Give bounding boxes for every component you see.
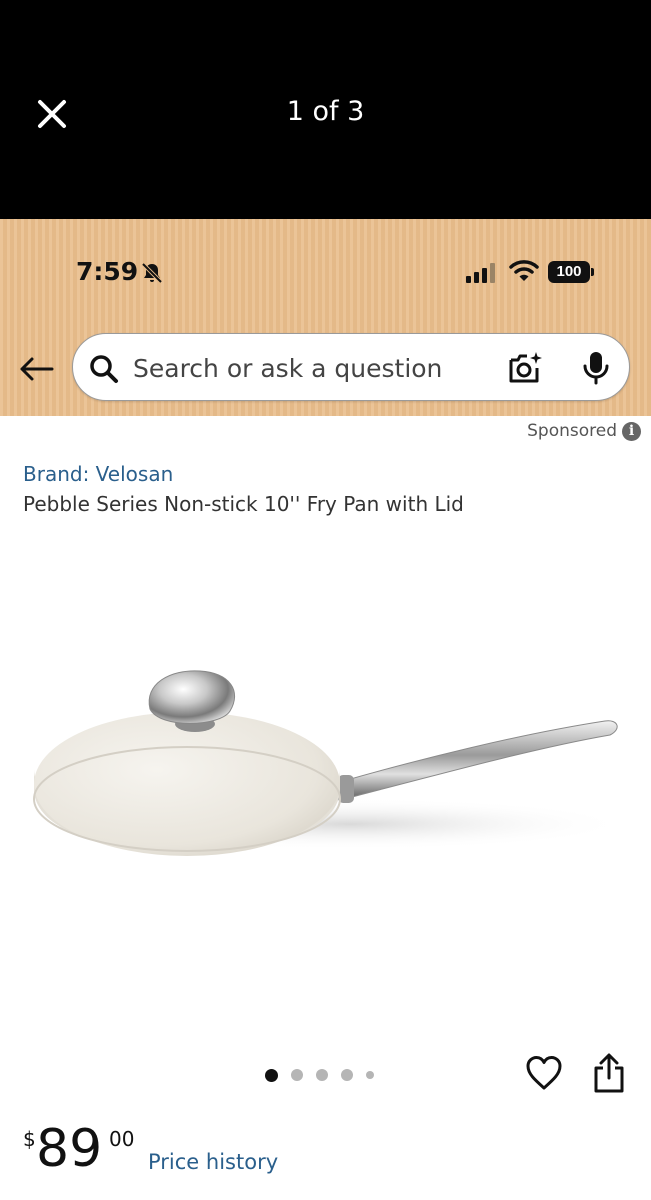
app-header: 7:59 100 (0, 219, 651, 416)
battery-indicator: 100 (548, 261, 594, 283)
carousel-dot[interactable] (291, 1069, 303, 1081)
carousel-dot[interactable] (265, 1068, 278, 1082)
arrow-left-icon[interactable] (16, 355, 56, 383)
carousel-dots[interactable] (265, 1067, 387, 1083)
image-counter: 1 of 3 (286, 96, 365, 127)
carousel-dot[interactable] (341, 1069, 353, 1081)
status-time: 7:59 (76, 257, 139, 286)
microphone-icon[interactable] (581, 350, 611, 386)
price-currency: $ (23, 1127, 36, 1151)
brand-link[interactable]: Brand: Velosan (23, 462, 173, 486)
screenshot-content: 7:59 100 Search or ask a question Sponso… (0, 219, 651, 1200)
bell-slash-icon (141, 262, 163, 284)
search-icon (90, 355, 118, 383)
price-whole: 89 (36, 1119, 103, 1179)
product-title: Pebble Series Non-stick 10'' Fry Pan wit… (23, 492, 464, 516)
search-input[interactable] (133, 352, 493, 384)
price-fraction: 00 (109, 1127, 135, 1151)
product-image[interactable] (20, 619, 630, 919)
heart-icon[interactable] (525, 1055, 563, 1091)
carousel-dot[interactable] (366, 1071, 374, 1079)
share-icon[interactable] (592, 1052, 626, 1094)
viewer-bar: 1 of 3 (0, 0, 651, 220)
sponsored-text: Sponsored (527, 421, 617, 441)
carousel-dot[interactable] (316, 1069, 328, 1081)
search-bar[interactable] (72, 333, 630, 401)
camera-sparkle-icon[interactable] (507, 350, 543, 386)
info-icon[interactable]: i (622, 421, 641, 441)
battery-level: 100 (548, 261, 590, 283)
price-history-link[interactable]: Price history (148, 1150, 278, 1174)
sponsored-label: Sponsored i (527, 421, 641, 441)
signal-icon (466, 263, 495, 283)
wifi-icon (509, 260, 539, 281)
